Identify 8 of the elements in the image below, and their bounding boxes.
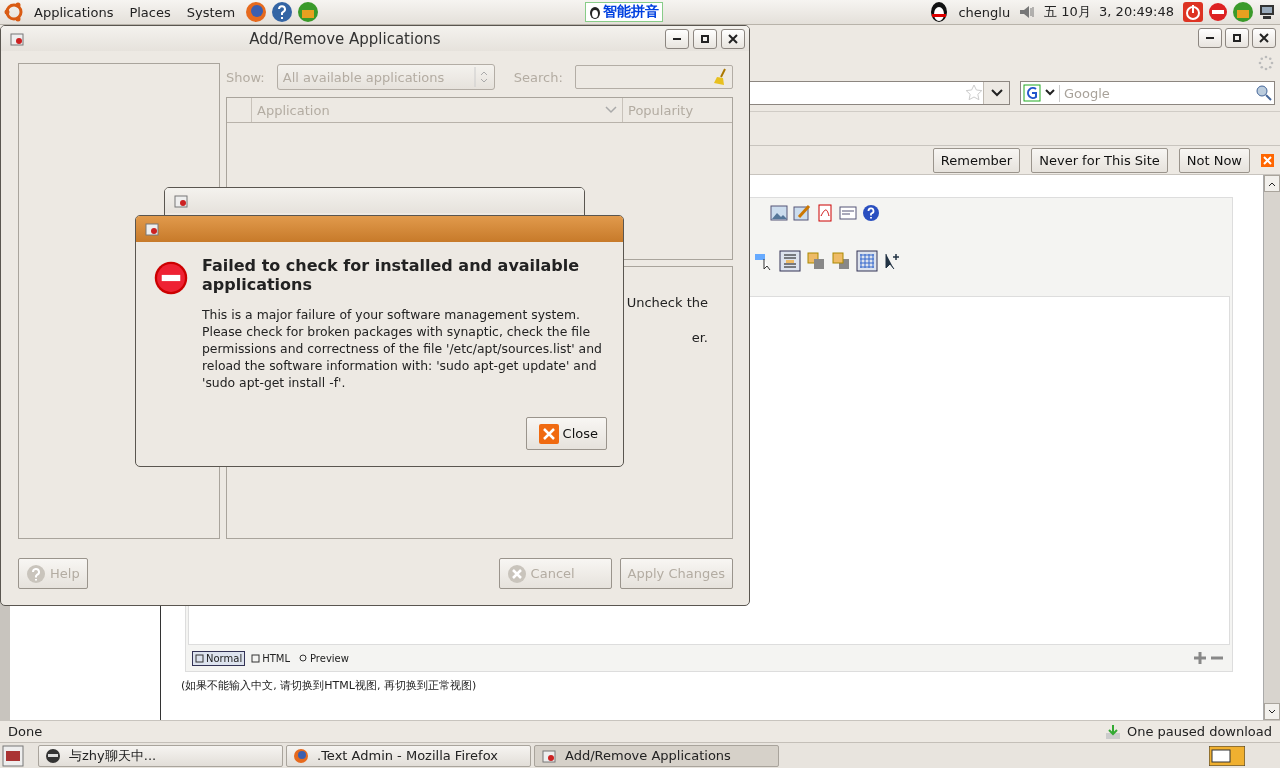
search-label: Search:: [513, 69, 563, 85]
window-title: Add/Remove Applications: [248, 29, 442, 48]
show-label: Show:: [226, 69, 265, 85]
error-message: This is a major failure of your software management system. Please check for broken packages with synaptic, check the file permissions and correctness of the file '/etc/apt/sources.list' and reload the software information with: 'sudo apt-get update' and 'sudo apt-get install -f'.: [202, 306, 603, 391]
status-text: Done: [8, 724, 43, 739]
editor-hint: (如果不能输入中文, 请切换到HTML视图, 再切换到正常视图): [181, 678, 478, 693]
description-text: er.: [691, 330, 708, 345]
description-text: Uncheck the: [626, 295, 708, 310]
